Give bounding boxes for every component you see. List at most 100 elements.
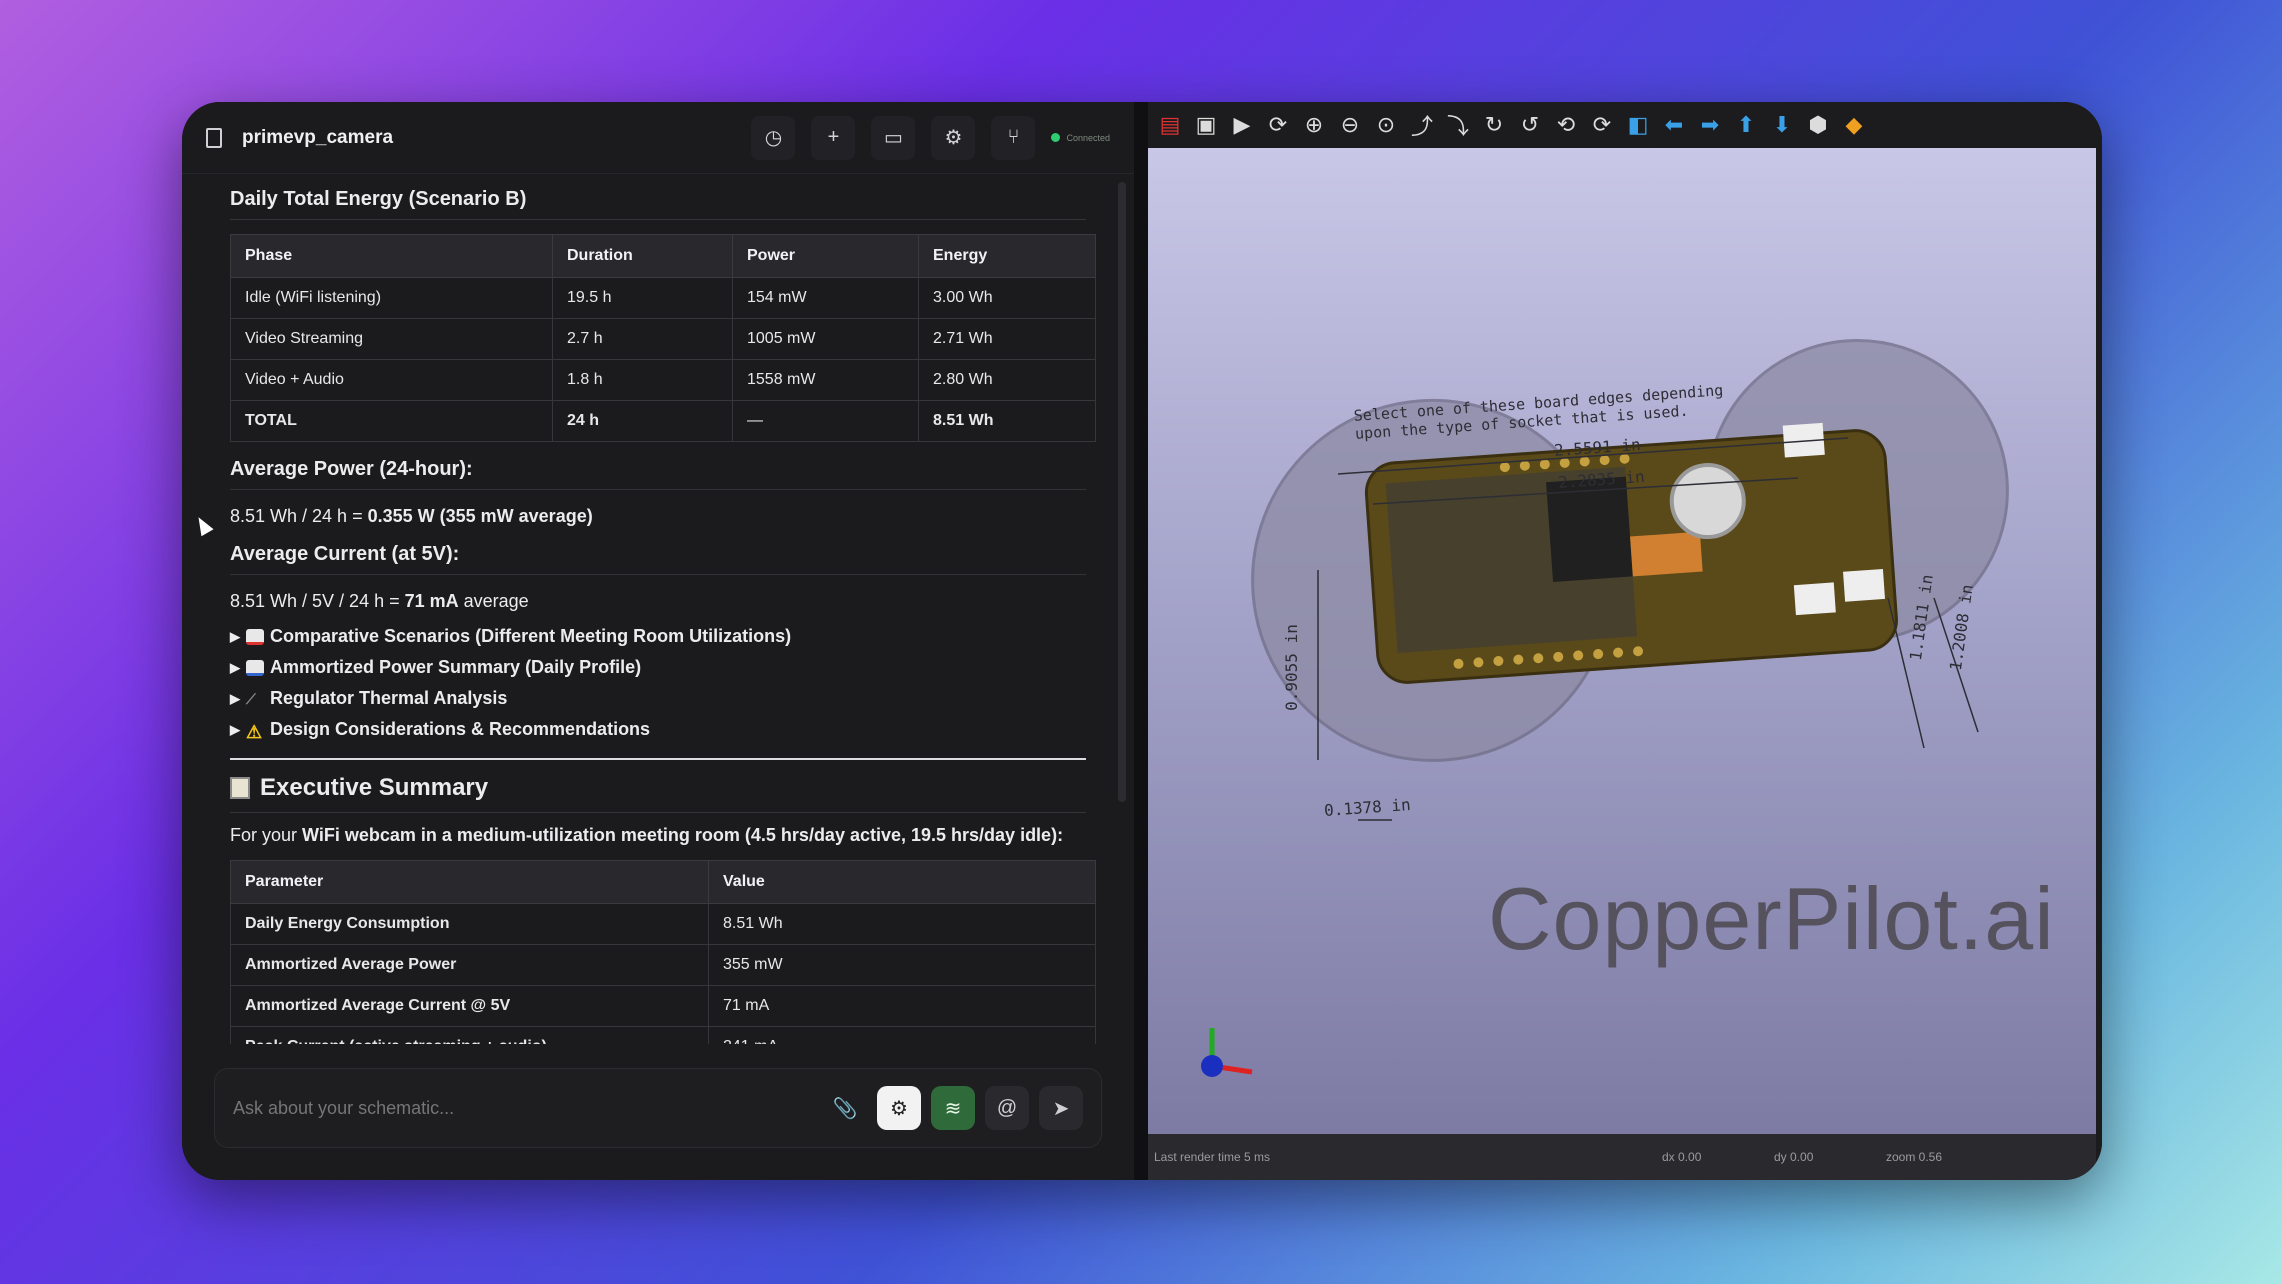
pcb-3d-viewer: ▤ ▣ ▶ ⟳ ⊕ ⊖ ⊙ ⤴ ⤵ ↻ ↺ ⟲ ⟳ ◧ ⬅ ➡ ⬆ ⬇ ⬢ ◆ [1148, 102, 2102, 1180]
file-icon [206, 127, 222, 148]
table-cell: 2.80 Wh [918, 359, 1096, 401]
chat-input[interactable] [233, 1097, 813, 1119]
table-row: Ammortized Average Current @ 5V 71 mA [230, 985, 1096, 1027]
executive-summary-heading: Executive Summary [230, 758, 1086, 813]
connection-status: Connected [1051, 133, 1110, 143]
table-cell: 241 mA [708, 1026, 1096, 1044]
table-cell: 2.7 h [552, 318, 733, 360]
layers-button[interactable]: ≋ [931, 1086, 975, 1130]
table-header: Phase [230, 234, 553, 278]
dx-readout: dx 0.00 [1662, 1150, 1702, 1164]
app-window: primevp_camera ◷ + ▭ ⚙ ⑂ Connected Daily… [182, 102, 2102, 1180]
table-cell: 1558 mW [732, 359, 919, 401]
chip-button[interactable]: ⚙ [877, 1086, 921, 1130]
calc-text: 8.51 Wh / 5V / 24 h = [230, 591, 405, 611]
summary-intro: For your WiFi webcam in a medium-utiliza… [230, 825, 1086, 846]
mention-button[interactable]: @ [985, 1086, 1029, 1130]
table-row: Video Streaming 2.7 h 1005 mW 2.71 Wh [230, 318, 1096, 360]
export-icon[interactable]: ▤ [1154, 109, 1186, 141]
table-cell: 19.5 h [552, 277, 733, 319]
zoom-in-icon[interactable]: ⊕ [1298, 109, 1330, 141]
expandable-label: Comparative Scenarios (Different Meeting… [270, 626, 792, 646]
rotate-z-cw-icon[interactable]: ⟲ [1550, 109, 1582, 141]
folder-icon: ▭ [884, 127, 903, 149]
table-cell: 8.51 Wh [708, 903, 1096, 945]
expandable-thermal-analysis[interactable]: ▶ ⟋ Regulator Thermal Analysis [230, 688, 1086, 709]
table-cell: Daily Energy Consumption [230, 903, 709, 945]
3d-viewport[interactable]: Select one of these board edges dependin… [1148, 148, 2096, 1148]
expandable-sections: ▶ Comparative Scenarios (Different Meetin… [230, 626, 1086, 742]
heading-text: Executive Summary [260, 774, 489, 801]
git-branch-icon: ⑂ [1007, 126, 1020, 148]
rotate-y-cw-icon[interactable]: ↻ [1478, 109, 1510, 141]
chart-up-icon [246, 628, 264, 645]
gear-icon: ⚙ [944, 127, 963, 149]
table-row: Peak Current (active streaming + audio)2… [230, 1026, 1096, 1044]
rotate-y-ccw-icon[interactable]: ↺ [1514, 109, 1546, 141]
dimension-label: 0.9055 in [1281, 624, 1301, 711]
table-cell: Video + Audio [230, 359, 553, 401]
table-cell: 24 h [552, 400, 733, 442]
zoom-out-icon[interactable]: ⊖ [1334, 109, 1366, 141]
table-row: Ammortized Average Power 355 mW [230, 944, 1096, 986]
project-title: primevp_camera [242, 126, 394, 148]
table-header: Energy [918, 234, 1096, 278]
chat-scrollbar[interactable] [1118, 182, 1126, 802]
chat-input-bar: 📎 ⚙ ≋ @ ➤ [214, 1068, 1102, 1148]
attach-button[interactable]: 📎 [823, 1086, 867, 1130]
reload-icon[interactable]: ⟳ [1262, 109, 1294, 141]
rotate-z-ccw-icon[interactable]: ⟳ [1586, 109, 1618, 141]
chat-header: primevp_camera ◷ + ▭ ⚙ ⑂ Connected [182, 102, 1134, 174]
table-cell: 2.71 Wh [918, 318, 1096, 360]
disclosure-triangle-icon: ▶ [230, 628, 240, 644]
status-dot-icon [1051, 133, 1061, 142]
clipboard-icon [230, 777, 250, 799]
expandable-design-considerations[interactable]: ▶ ⚠ Design Considerations & Recommendation… [230, 719, 1086, 742]
send-button[interactable]: ➤ [1039, 1086, 1083, 1130]
branch-button[interactable]: ⑂ [991, 115, 1036, 160]
rotate-x-ccw-icon[interactable]: ⤵ [1442, 109, 1474, 141]
warning-icon: ⚠ [246, 721, 263, 742]
zoom-fit-icon[interactable]: ⊙ [1370, 109, 1402, 141]
render-time: Last render time 5 ms [1154, 1150, 1271, 1164]
expandable-power-summary[interactable]: ▶ Ammortized Power Summary (Daily Profile… [230, 657, 1086, 678]
viewer-status-bar: Last render time 5 ms dx 0.00 dy 0.00 zo… [1148, 1134, 2096, 1180]
settings-button[interactable]: ⚙ [931, 115, 976, 160]
table-header: Value [708, 860, 1096, 904]
chat-content[interactable]: Daily Total Energy (Scenario B) Phase Du… [182, 174, 1134, 1044]
flip-board-icon[interactable]: ◧ [1622, 109, 1654, 141]
pan-up-icon[interactable]: ⬆ [1730, 109, 1762, 141]
disclosure-triangle-icon: ▶ [230, 659, 240, 675]
avg-current-calc: 8.51 Wh / 5V / 24 h = 71 mA average [230, 591, 1086, 612]
folder-button[interactable]: ▭ [871, 115, 916, 160]
new-chat-button[interactable]: + [811, 115, 856, 160]
disclosure-triangle-icon: ▶ [230, 721, 240, 737]
table-cell: — [732, 400, 919, 442]
raytrace-icon[interactable]: ▶ [1226, 109, 1258, 141]
history-button[interactable]: ◷ [751, 115, 796, 160]
expandable-comparative-scenarios[interactable]: ▶ Comparative Scenarios (Different Meetin… [230, 626, 1086, 647]
send-icon: ➤ [1052, 1097, 1070, 1120]
table-cell: 1005 mW [732, 318, 919, 360]
table-header: Parameter [230, 860, 709, 904]
pan-right-icon[interactable]: ➡ [1694, 109, 1726, 141]
table-row: TOTAL 24 h —8.51 Wh [230, 400, 1096, 442]
disclosure-triangle-icon: ▶ [230, 690, 240, 706]
paperclip-icon: 📎 [832, 1097, 858, 1120]
zoom-readout: zoom 0.56 [1886, 1150, 1943, 1164]
pan-left-icon[interactable]: ⬅ [1658, 109, 1690, 141]
at-icon: @ [996, 1096, 1018, 1119]
layers-view-icon[interactable]: ◆ [1838, 109, 1870, 141]
table-row: Idle (WiFi listening) 19.5 h 154 mW 3.00 Wh [230, 277, 1096, 319]
chip-icon: ⚙ [890, 1097, 908, 1120]
rotate-x-cw-icon[interactable]: ⤴ [1406, 109, 1438, 141]
layers-icon: ≋ [944, 1097, 962, 1120]
watermark-logo: CopperPilot.ai [1488, 869, 2055, 968]
copy-icon[interactable]: ▣ [1190, 109, 1222, 141]
table-cell: Idle (WiFi listening) [230, 277, 553, 319]
daily-energy-table: Phase Duration Power Energy Idle (WiFi l… [230, 234, 1096, 442]
table-row: Video + Audio 1.8 h 1558 mW 2.80 Wh [230, 359, 1096, 401]
expandable-label: Regulator Thermal Analysis [270, 688, 508, 708]
ortho-view-icon[interactable]: ⬢ [1802, 109, 1834, 141]
pan-down-icon[interactable]: ⬇ [1766, 109, 1798, 141]
